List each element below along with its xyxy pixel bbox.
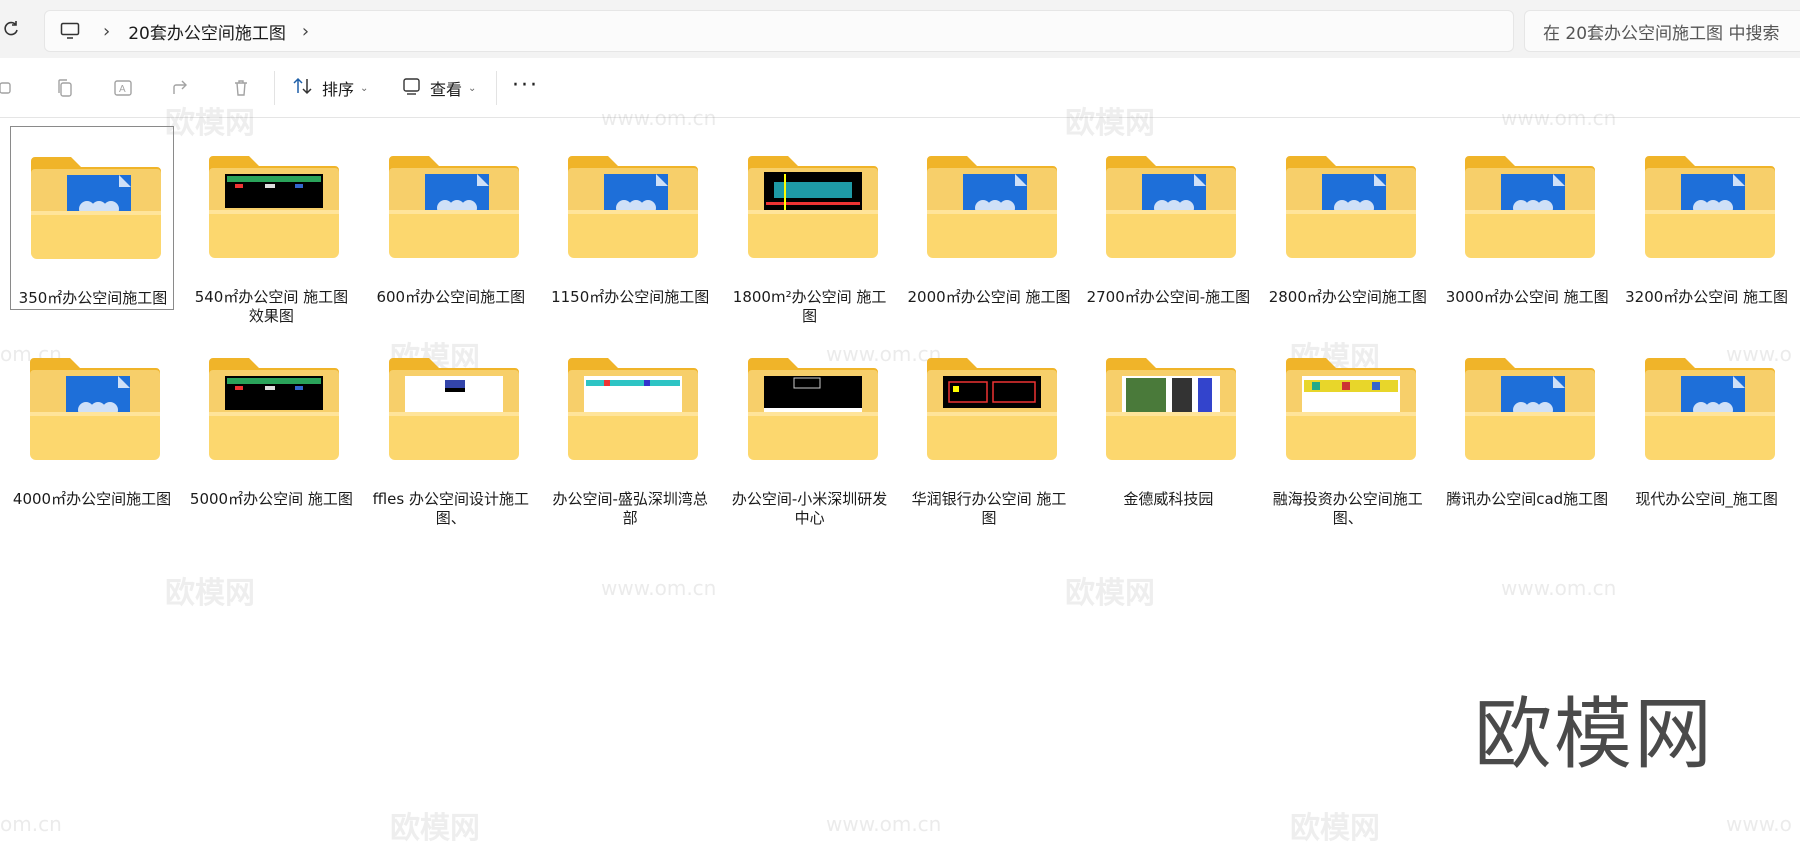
folder-icon: [1644, 358, 1775, 460]
folder-item[interactable]: 5000㎡办公空间 施工图: [189, 328, 353, 512]
chevron-right-icon[interactable]: ›: [103, 21, 110, 42]
refresh-icon[interactable]: [0, 14, 22, 44]
folder-icon: [209, 156, 340, 258]
search-placeholder: 在 20套办公空间施工图 中搜索: [1543, 23, 1780, 44]
folder-label: 金德威科技园: [1123, 490, 1214, 508]
chevron-down-icon: ⌄: [468, 82, 477, 94]
delete-icon[interactable]: [228, 75, 254, 101]
breadcrumb-current-folder[interactable]: 20套办公空间施工图: [128, 19, 286, 44]
folder-icon: [1465, 156, 1596, 258]
folder-item[interactable]: 4000㎡办公空间施工图: [10, 328, 174, 512]
folder-icon: [1106, 358, 1237, 460]
watermark-brand: 欧模网: [1065, 576, 1155, 611]
folder-icon: [747, 358, 878, 460]
folder-item[interactable]: 2700㎡办公空间-施工图: [1086, 126, 1250, 310]
sort-label: 排序: [322, 80, 355, 99]
folder-item[interactable]: 350㎡办公空间施工图: [10, 126, 174, 310]
watermark-brand: 欧模网: [165, 576, 255, 611]
folder-label: 华润银行办公空间 施工图: [911, 490, 1067, 527]
folder-icon: [1285, 156, 1416, 258]
view-label: 查看: [430, 80, 463, 99]
folder-item[interactable]: 融海投资办公空间施工图、: [1266, 328, 1430, 527]
folder-icon: [1465, 358, 1596, 460]
watermark-brand: 欧模网: [1290, 811, 1380, 846]
folder-icon: [1285, 358, 1416, 460]
folder-label: 600㎡办公空间施工图: [376, 288, 526, 306]
folder-label: ffles 办公空间设计施工图、: [372, 490, 529, 527]
folder-label: 1800m²办公空间 施工图: [732, 288, 887, 325]
copy-icon[interactable]: [52, 75, 78, 101]
view-icon: [402, 76, 422, 100]
folder-icon: [388, 358, 519, 460]
folder-item[interactable]: ffles 办公空间设计施工图、: [369, 328, 533, 527]
folder-icon: [927, 358, 1057, 460]
view-button[interactable]: 查看 ⌄: [402, 71, 476, 105]
folder-item[interactable]: 600㎡办公空间施工图: [369, 126, 533, 310]
cut-icon[interactable]: [0, 75, 20, 101]
search-input[interactable]: 在 20套办公空间施工图 中搜索: [1524, 10, 1800, 52]
folder-icon: [1644, 156, 1775, 258]
folder-item[interactable]: 办公空间-小米深圳研发中心: [728, 328, 892, 527]
folder-label: 2700㎡办公空间-施工图: [1086, 288, 1251, 306]
watermark-site: www.om.cn: [601, 576, 717, 600]
folder-label: 540㎡办公空间 施工图效果图: [194, 288, 349, 325]
toolbar-divider: [496, 71, 497, 105]
folder-item[interactable]: 2000㎡办公空间 施工图: [907, 126, 1071, 310]
share-icon[interactable]: [168, 75, 194, 101]
folder-icon: [568, 358, 699, 460]
folder-icon: [1106, 156, 1237, 258]
folder-item[interactable]: 2800㎡办公空间施工图: [1266, 126, 1430, 310]
folder-label: 2800㎡办公空间施工图: [1268, 288, 1427, 306]
folder-item[interactable]: 540㎡办公空间 施工图效果图: [189, 126, 353, 325]
folder-item[interactable]: 腾讯办公空间cad施工图: [1445, 328, 1609, 512]
folder-icon: [31, 157, 161, 259]
folder-label: 3000㎡办公空间 施工图: [1445, 288, 1609, 306]
folder-item[interactable]: 现代办公空间_施工图: [1625, 328, 1789, 512]
folder-item[interactable]: 1150㎡办公空间施工图: [548, 126, 712, 310]
folder-label: 现代办公空间_施工图: [1635, 490, 1778, 508]
chevron-down-icon: ⌄: [360, 82, 369, 94]
folder-label: 腾讯办公空间cad施工图: [1446, 490, 1609, 508]
watermark-logo: 欧模网: [1474, 690, 1715, 780]
folder-item[interactable]: 办公空间-盛弘深圳湾总部: [548, 328, 712, 527]
folder-label: 办公空间-盛弘深圳湾总部: [552, 490, 708, 527]
title-bar: › 20套办公空间施工图 › 在 20套办公空间施工图 中搜索: [0, 0, 1800, 58]
folder-label: 2000㎡办公空间 施工图: [907, 288, 1071, 306]
folder-item[interactable]: 金德威科技园: [1086, 328, 1250, 512]
rename-icon[interactable]: A: [110, 75, 136, 101]
folder-label: 办公空间-小米深圳研发中心: [731, 490, 888, 527]
command-bar: A 排序 ⌄ 查看 ⌄ ···: [0, 59, 1800, 118]
monitor-icon[interactable]: [59, 20, 81, 42]
watermark-site: om.cn: [0, 812, 62, 836]
watermark-site: www.o: [1726, 812, 1792, 836]
more-options-button[interactable]: ···: [512, 73, 539, 98]
toolbar-divider: [274, 71, 275, 105]
folder-label: 融海投资办公空间施工图、: [1272, 490, 1423, 527]
watermark-brand: 欧模网: [390, 811, 480, 846]
address-bar[interactable]: › 20套办公空间施工图 ›: [44, 10, 1514, 52]
folder-item[interactable]: 华润银行办公空间 施工图: [907, 328, 1071, 527]
folder-icon: [388, 156, 519, 258]
folder-label: 5000㎡办公空间 施工图: [189, 490, 353, 508]
watermark-site: www.om.cn: [1501, 576, 1617, 600]
folder-icon: [30, 358, 160, 460]
sort-button[interactable]: 排序 ⌄: [292, 71, 368, 105]
folder-icon: [209, 358, 340, 460]
folder-item[interactable]: 3000㎡办公空间 施工图: [1445, 126, 1609, 310]
folder-label: 4000㎡办公空间施工图: [12, 490, 172, 508]
folder-label: 350㎡办公空间施工图: [18, 289, 168, 307]
folder-label: 1150㎡办公空间施工图: [551, 288, 710, 306]
folder-icon: [747, 156, 878, 258]
sort-icon: [292, 76, 314, 100]
svg-text:A: A: [119, 84, 126, 95]
watermark-site: www.om.cn: [826, 812, 942, 836]
chevron-right-icon[interactable]: ›: [302, 21, 309, 42]
folder-item[interactable]: 3200㎡办公空间 施工图: [1625, 126, 1789, 310]
folder-item[interactable]: 1800m²办公空间 施工图: [728, 126, 892, 325]
folder-icon: [927, 156, 1057, 258]
folder-icon: [568, 156, 699, 258]
folder-label: 3200㎡办公空间 施工图: [1625, 288, 1789, 306]
